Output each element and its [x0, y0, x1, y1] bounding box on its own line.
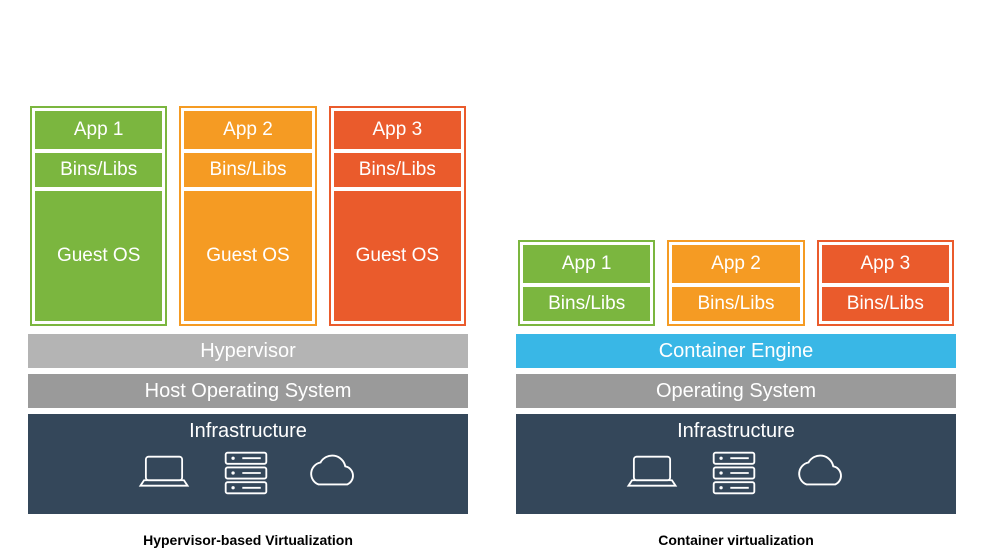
cloud-icon [787, 452, 849, 499]
vm-stack-3: App 3 Bins/Libs Guest OS [329, 106, 466, 326]
host-os-layer: Host Operating System [28, 374, 468, 408]
laptop-icon [135, 451, 193, 500]
cloud-icon [299, 452, 361, 499]
hypervisor-column: App 1 Bins/Libs Guest OS App 2 Bins/Libs… [28, 106, 468, 554]
vm1-app-label: App 1 [35, 111, 162, 149]
vm-stacks: App 1 Bins/Libs Guest OS App 2 Bins/Libs… [28, 106, 468, 326]
vm-stack-2: App 2 Bins/Libs Guest OS [179, 106, 316, 326]
ct-caption: Container virtualization [516, 532, 956, 548]
ct3-app-label: App 3 [822, 245, 949, 283]
ct-infrastructure-layer: Infrastructure [516, 414, 956, 514]
diagram-canvas: App 1 Bins/Libs Guest OS App 2 Bins/Libs… [0, 0, 1000, 554]
vm2-bins-label: Bins/Libs [184, 153, 311, 187]
vm2-app-label: App 2 [184, 111, 311, 149]
vm2-guest-label: Guest OS [184, 191, 311, 321]
hv-infra-label: Infrastructure [189, 420, 307, 443]
server-icon [221, 449, 271, 502]
vm3-app-label: App 3 [334, 111, 461, 149]
container-stacks: App 1 Bins/Libs App 2 Bins/Libs App 3 Bi… [516, 240, 956, 326]
hv-infrastructure-layer: Infrastructure [28, 414, 468, 514]
hypervisor-layer: Hypervisor [28, 334, 468, 368]
laptop-icon [623, 451, 681, 500]
ct-stack-3: App 3 Bins/Libs [817, 240, 954, 326]
vm1-guest-label: Guest OS [35, 191, 162, 321]
vm3-bins-label: Bins/Libs [334, 153, 461, 187]
operating-system-layer: Operating System [516, 374, 956, 408]
ct3-bins-label: Bins/Libs [822, 287, 949, 321]
ct2-app-label: App 2 [672, 245, 799, 283]
vm3-guest-label: Guest OS [334, 191, 461, 321]
ct2-bins-label: Bins/Libs [672, 287, 799, 321]
hv-infra-icons [135, 449, 361, 502]
ct1-bins-label: Bins/Libs [523, 287, 650, 321]
container-column: App 1 Bins/Libs App 2 Bins/Libs App 3 Bi… [516, 240, 956, 554]
ct-stack-2: App 2 Bins/Libs [667, 240, 804, 326]
hv-caption: Hypervisor-based Virtualization [28, 532, 468, 548]
server-icon [709, 449, 759, 502]
ct1-app-label: App 1 [523, 245, 650, 283]
ct-stack-1: App 1 Bins/Libs [518, 240, 655, 326]
ct-infra-label: Infrastructure [677, 420, 795, 443]
ct-infra-icons [623, 449, 849, 502]
container-engine-layer: Container Engine [516, 334, 956, 368]
vm1-bins-label: Bins/Libs [35, 153, 162, 187]
vm-stack-1: App 1 Bins/Libs Guest OS [30, 106, 167, 326]
